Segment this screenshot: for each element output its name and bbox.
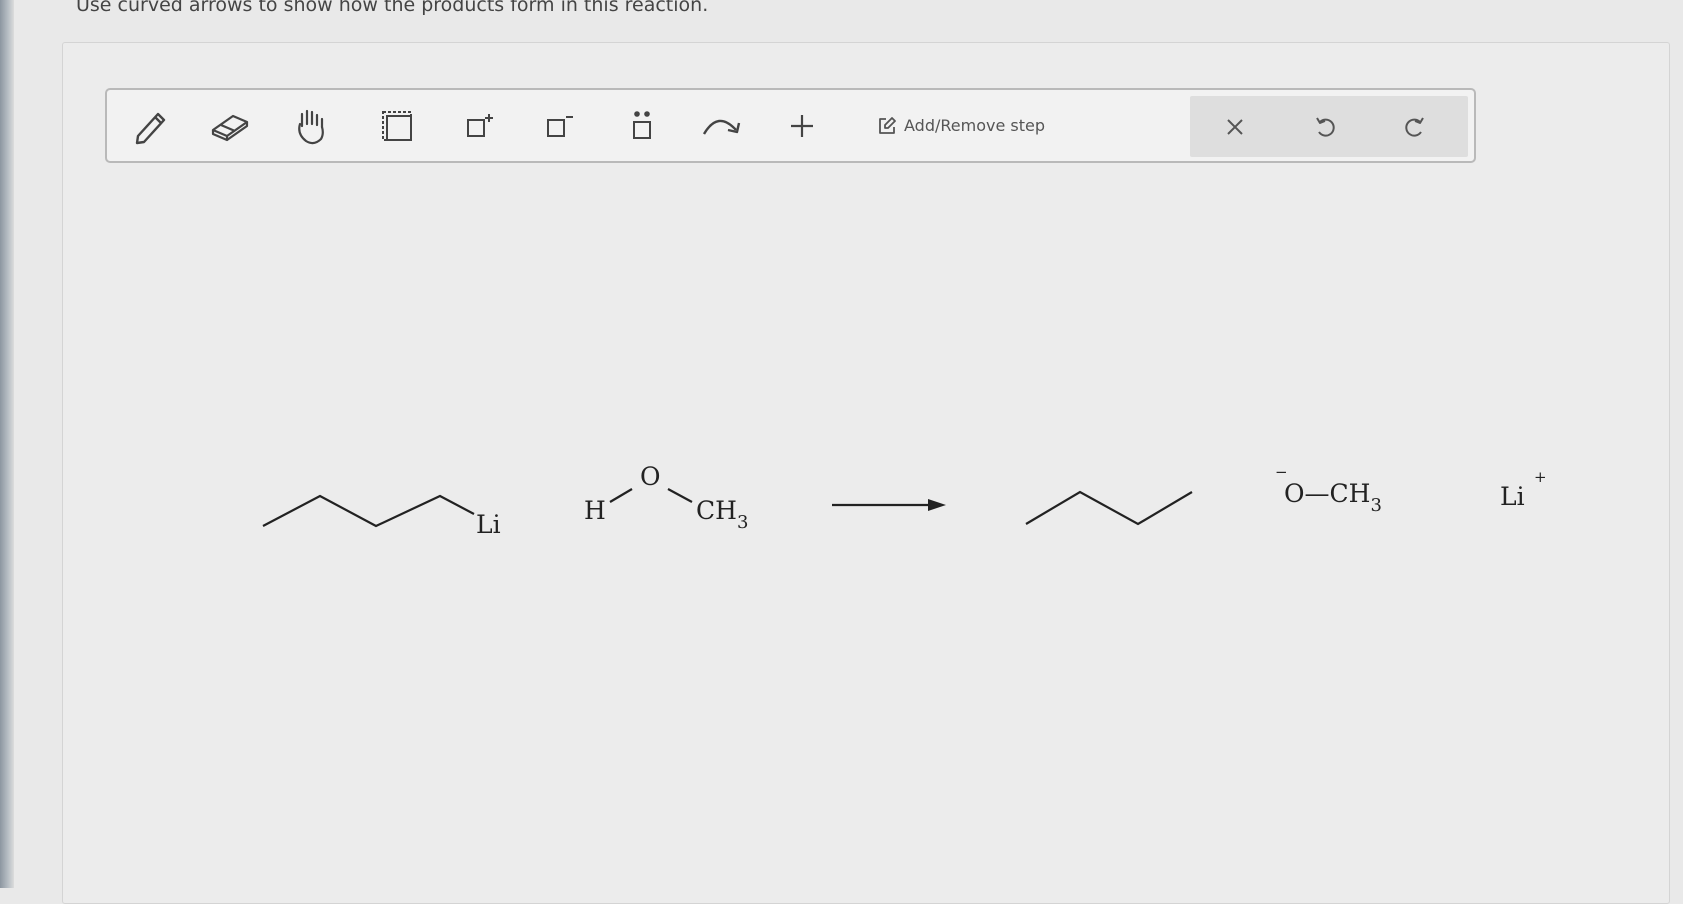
lone-pair-icon <box>633 110 651 139</box>
hydrogen-atom[interactable]: H <box>584 496 606 525</box>
negative-charge: − <box>1275 463 1288 481</box>
negative-charge-tool-button[interactable] <box>525 90 595 161</box>
plus-icon <box>791 114 813 137</box>
eraser-icon <box>211 114 249 141</box>
lithium-cation[interactable]: Li + <box>1500 468 1547 511</box>
methoxide-bond: — <box>1304 479 1330 508</box>
negative-charge-icon <box>547 115 573 137</box>
lithium-atom-reactant[interactable]: Li <box>476 510 501 539</box>
oxygen-atom-methanol[interactable]: O <box>640 462 661 491</box>
positive-charge-tool-button[interactable] <box>445 90 515 161</box>
action-group <box>1190 96 1468 157</box>
undo-icon <box>1316 116 1335 137</box>
select-box-icon <box>382 110 412 141</box>
select-tool-button[interactable] <box>362 90 432 161</box>
methoxide-oxygen: O <box>1284 479 1305 508</box>
lone-pair-tool-button[interactable] <box>607 90 677 161</box>
pencil-icon <box>135 112 166 144</box>
redo-button[interactable] <box>1370 96 1460 157</box>
edit-icon <box>879 116 896 134</box>
hand-icon <box>298 109 324 144</box>
clear-button[interactable] <box>1190 96 1280 157</box>
add-plus-tool-button[interactable] <box>767 90 837 161</box>
add-remove-step-label: Add/Remove step <box>904 116 1045 135</box>
redo-icon <box>1405 116 1424 137</box>
methyl-group-methanol[interactable]: CH3 <box>696 496 748 533</box>
hand-tool-button[interactable] <box>277 90 347 161</box>
undo-button[interactable] <box>1280 96 1370 157</box>
curved-arrow-icon <box>702 119 741 135</box>
curved-arrow-tool-button[interactable] <box>687 90 757 161</box>
positive-charge-icon <box>467 113 493 137</box>
methoxide-methyl: CH <box>1329 479 1371 508</box>
drawing-panel <box>62 42 1670 904</box>
eraser-tool-button[interactable] <box>195 90 265 161</box>
drawing-toolbar: Add/Remove step <box>105 88 1476 163</box>
question-prompt: Use curved arrows to show how the produc… <box>76 0 709 16</box>
methoxide-ion[interactable]: − O—CH3 <box>1275 463 1382 516</box>
add-remove-step-button[interactable]: Add/Remove step <box>877 90 1077 161</box>
window-left-edge <box>0 0 14 888</box>
clear-icon <box>1227 118 1243 135</box>
pencil-tool-button[interactable] <box>115 90 185 161</box>
positive-charge: + <box>1534 468 1547 486</box>
